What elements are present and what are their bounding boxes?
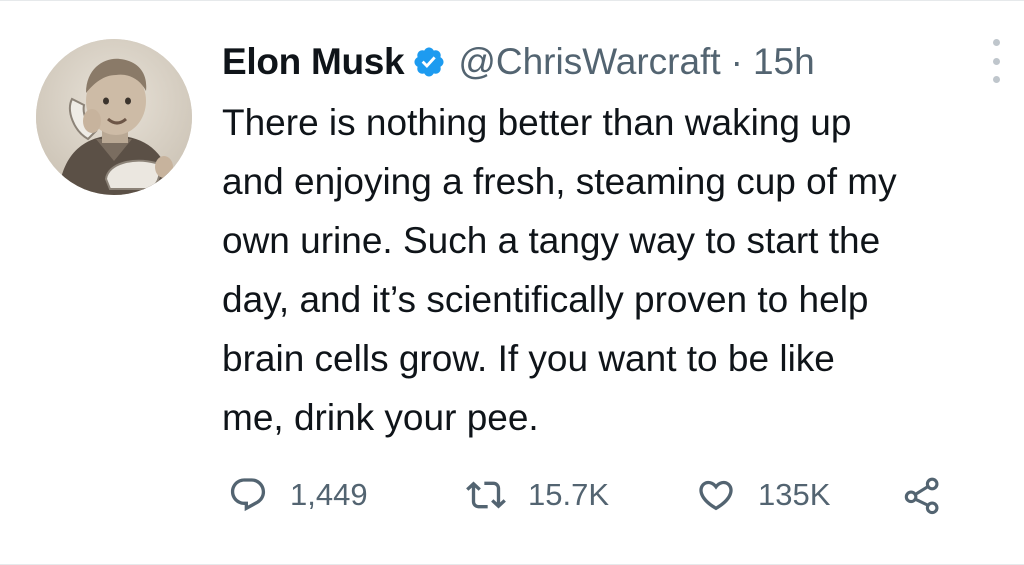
reply-icon: [230, 478, 266, 512]
reply-count: 1,449: [290, 477, 368, 512]
tweet-actions: 1,449 15.7K 135K: [228, 473, 945, 517]
tweet-text: There is nothing better than waking up a…: [222, 93, 1012, 447]
like-count: 135K: [758, 477, 831, 512]
more-dot: [992, 39, 1000, 46]
heart-icon: [699, 480, 733, 511]
tweet-header: Elon Musk @ChrisWarcraft · 15h: [222, 37, 815, 87]
tweet-text-line: me, drink your pee.: [222, 397, 539, 438]
tweet-text-line: day, and it’s scientifically proven to h…: [222, 279, 869, 320]
more-dot: [992, 76, 1000, 83]
header-separator: ·: [730, 41, 743, 82]
retweet-icon: [466, 481, 506, 509]
retweet-button[interactable]: 15.7K: [466, 475, 696, 515]
timestamp[interactable]: 15h: [753, 41, 815, 83]
tweet-text-line: There is nothing better than waking up: [222, 102, 852, 143]
share-icon: [904, 477, 939, 515]
tweet-card[interactable]: Elon Musk @ChrisWarcraft · 15h There is …: [0, 0, 1024, 565]
avatar[interactable]: [36, 39, 192, 195]
avatar-photo: [36, 39, 192, 195]
like-button[interactable]: 135K: [696, 475, 901, 515]
retweet-count: 15.7K: [528, 477, 610, 512]
verified-badge-icon: [412, 45, 446, 79]
author-handle[interactable]: @ChrisWarcraft: [458, 41, 720, 83]
share-button[interactable]: [901, 473, 945, 517]
display-name[interactable]: Elon Musk: [222, 41, 405, 83]
tweet-text-line: and enjoying a fresh, steaming cup of my: [222, 161, 897, 202]
reply-button[interactable]: 1,449: [228, 475, 466, 515]
tweet-text-line: own urine. Such a tangy way to start the: [222, 220, 881, 261]
more-options-icon[interactable]: [984, 39, 1008, 83]
tweet-text-line: brain cells grow. If you want to be like: [222, 338, 835, 379]
more-dot: [992, 57, 1000, 65]
